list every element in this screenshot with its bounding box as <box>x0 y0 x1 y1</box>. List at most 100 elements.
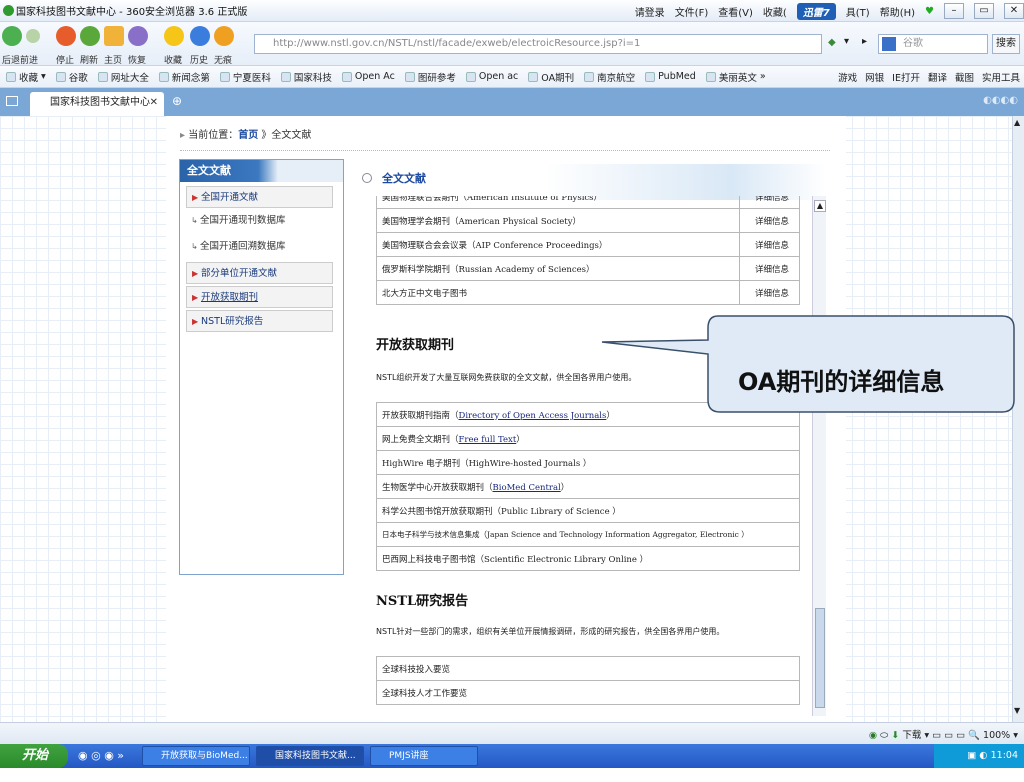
fav-item[interactable]: 图研参考 <box>405 70 456 84</box>
start-button[interactable]: 开始 <box>0 744 68 768</box>
nav-item-national-open[interactable]: ▶全国开通文献 <box>186 186 333 208</box>
maximize-button[interactable]: ▭ <box>974 3 994 19</box>
table-row[interactable]: HighWire 电子期刊（HighWire-hosted Journals ） <box>377 451 800 475</box>
menu-favorites[interactable]: 收藏( <box>763 4 787 19</box>
fav-item[interactable]: 网址大全 <box>98 70 149 84</box>
report-item[interactable]: 全球科技投入要览 <box>377 657 800 681</box>
report-item[interactable]: 全球科技人才工作要览 <box>377 681 800 705</box>
address-input[interactable]: http://www.nstl.gov.cn/NSTL/nstl/facade/… <box>254 34 822 54</box>
menu-help[interactable]: 帮助(H) <box>880 4 915 19</box>
refresh-icon[interactable] <box>80 26 100 46</box>
incognito-icon[interactable] <box>214 26 234 46</box>
oa-link[interactable]: Free full Text <box>459 435 517 445</box>
history-label: 历史 <box>190 53 208 66</box>
table-row[interactable]: 生物医学中心开放获取期刊（BioMed Central） <box>377 475 800 499</box>
fav-item[interactable]: Open ac <box>466 71 518 82</box>
search-engine-icon[interactable] <box>882 37 896 51</box>
taskbar-item-nstl[interactable]: 国家科技图书文献... <box>256 746 364 766</box>
back-icon[interactable] <box>2 26 22 46</box>
detail-link[interactable]: 详细信息 <box>740 257 800 281</box>
nav-label: 全国开通文献 <box>201 192 258 203</box>
fav-item[interactable]: 南京航空 <box>584 70 635 84</box>
table-row[interactable]: 全球科技人才工作要览 <box>377 681 800 705</box>
minimize-button[interactable]: – <box>944 3 964 19</box>
tab-close-icon[interactable]: ✕ <box>150 92 158 114</box>
scroll-up-icon[interactable]: ▲ <box>1014 118 1020 127</box>
detail-link[interactable]: 详细信息 <box>740 209 800 233</box>
fav-item[interactable]: PubMed <box>645 71 696 82</box>
nav-item-nstl-report[interactable]: ▶NSTL研究报告 <box>186 310 333 332</box>
home-icon[interactable] <box>104 26 124 46</box>
fav-item[interactable]: 国家科技 <box>281 70 332 84</box>
forward-icon[interactable] <box>26 29 40 43</box>
toggle-icon[interactable]: ⬭ <box>880 730 888 741</box>
favorites-star-icon[interactable] <box>164 26 184 46</box>
fav-item[interactable]: 新闻念第 <box>159 70 210 84</box>
sidebar-toggle-icon[interactable] <box>6 96 18 106</box>
security-icon[interactable]: ◆ <box>828 37 836 48</box>
nav-item-partial-open[interactable]: ▶部分单位开通文献 <box>186 262 333 284</box>
taskbar-item-biomed[interactable]: 开放获取与BioMed... <box>142 746 250 766</box>
quicklaunch-icons[interactable]: ◉ ◎ ◉ » <box>78 749 124 762</box>
nav-item-retro-db[interactable]: ↳全国开通回溯数据库 <box>186 236 333 258</box>
menu-file[interactable]: 文件(F) <box>675 4 709 19</box>
sub-arrow-icon: ↳ <box>191 210 198 232</box>
fav-item[interactable]: 宁夏医科 <box>220 70 271 84</box>
table-row[interactable]: 科学公共图书馆开放获取期刊（Public Library of Science … <box>377 499 800 523</box>
detail-link[interactable]: 详细信息 <box>740 196 800 209</box>
address-text: http://www.nstl.gov.cn/NSTL/nstl/facade/… <box>273 38 640 49</box>
ie-open-button[interactable]: IE打开 <box>892 70 920 84</box>
dropdown-icon[interactable]: ▾ <box>844 36 849 47</box>
restore-icon[interactable] <box>128 26 148 46</box>
zoom-icon[interactable]: 🔍 <box>968 730 980 741</box>
menu-tools[interactable]: 具(T) <box>846 4 870 19</box>
bank-button[interactable]: 网银 <box>865 70 884 84</box>
fav-item[interactable]: OA期刊 <box>528 70 574 84</box>
table-row[interactable]: 网上免费全文期刊（Free full Text） <box>377 427 800 451</box>
games-button[interactable]: 游戏 <box>838 70 857 84</box>
tab-nstl[interactable]: 国家科技图书文献中心 ✕ <box>30 92 164 116</box>
oa-link[interactable]: BioMed Central <box>493 483 561 493</box>
close-button[interactable]: ✕ <box>1004 3 1024 19</box>
history-icon[interactable] <box>190 26 210 46</box>
tray-icons[interactable]: ▣ ◐ <box>967 750 990 761</box>
page-icon <box>56 72 66 82</box>
scroll-up-icon[interactable]: ▲ <box>814 200 826 212</box>
table-row[interactable]: 巴西网上科技电子图书馆（Scientific Electronic Librar… <box>377 547 800 571</box>
fav-item[interactable]: 收藏 ▾ <box>6 70 46 84</box>
screenshot-button[interactable]: 截图 <box>955 70 974 84</box>
skin-icon[interactable]: ♥ <box>925 6 934 17</box>
go-icon[interactable]: ▸ <box>862 36 867 47</box>
oa-link[interactable]: Directory of Open Access Journals <box>459 411 607 421</box>
detail-link[interactable]: 详细信息 <box>740 233 800 257</box>
zoom-level[interactable]: 100% <box>983 730 1010 741</box>
fav-item[interactable]: 美丽英文 » <box>706 70 766 84</box>
search-button[interactable]: 搜索 <box>992 34 1020 54</box>
download-label[interactable]: 下载 <box>902 730 921 741</box>
stop-icon[interactable] <box>56 26 76 46</box>
xunlei-button[interactable]: 迅雷7 <box>797 3 836 20</box>
table-row: 美国物理联合会期刊（American Institute of Physics）… <box>377 196 800 209</box>
breadcrumb-home-link[interactable]: 首页 <box>238 130 258 141</box>
table-row[interactable]: 日本电子科学与技术信息集成（Japan Science and Technolo… <box>377 523 800 547</box>
scroll-thumb[interactable] <box>815 608 825 708</box>
detail-link[interactable]: 详细信息 <box>740 281 800 305</box>
fav-item[interactable]: Open Ac <box>342 71 395 82</box>
tab-controls-icon[interactable]: ◐◐◐◐ <box>983 95 1018 106</box>
new-tab-icon[interactable]: ⊕ <box>172 94 182 108</box>
nav-item-open-access[interactable]: ▶开放获取期刊 <box>186 286 333 308</box>
table-row[interactable]: 全球科技投入要览 <box>377 657 800 681</box>
fav-label: 新闻念第 <box>172 70 210 84</box>
tools-button[interactable]: 实用工具 <box>982 70 1020 84</box>
inner-scrollbar[interactable]: ▲ <box>812 196 826 716</box>
menu-view[interactable]: 查看(V) <box>718 4 753 19</box>
taskbar-item-pmjs[interactable]: PMJS讲座 <box>370 746 478 766</box>
security-shield-icon[interactable]: ◉ <box>869 730 877 741</box>
menu-login[interactable]: 请登录 <box>635 4 665 19</box>
scroll-down-icon[interactable]: ▼ <box>1014 706 1020 715</box>
nav-item-current-db[interactable]: ↳全国开通现刊数据库 <box>186 210 333 232</box>
window-icon[interactable]: ▭ ▭ ▭ <box>932 730 965 741</box>
translate-button[interactable]: 翻译 <box>928 70 947 84</box>
fav-item[interactable]: 谷歌 <box>56 70 88 84</box>
download-icon[interactable]: ⬇ <box>891 730 899 741</box>
